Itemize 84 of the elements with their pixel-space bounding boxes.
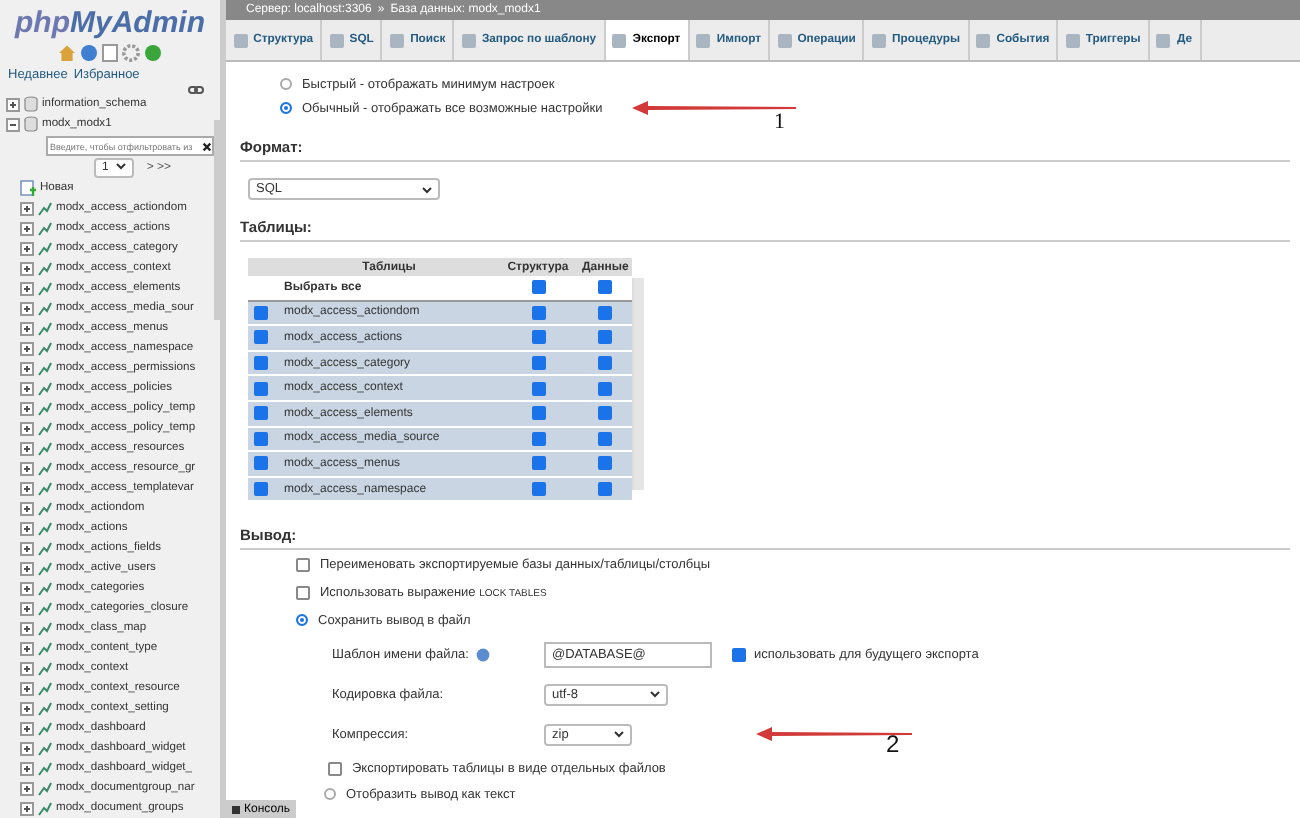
expand-toggle[interactable]: [20, 341, 34, 355]
expand-toggle[interactable]: [20, 661, 34, 675]
checkbox[interactable]: [531, 431, 545, 446]
expand-toggle[interactable]: [20, 261, 34, 275]
expand-toggle[interactable]: [20, 221, 34, 235]
expand-toggle[interactable]: [20, 521, 34, 535]
expand-toggle[interactable]: [20, 781, 34, 795]
checkbox[interactable]: [597, 406, 611, 421]
expand-toggle[interactable]: [20, 281, 34, 295]
expand-toggle[interactable]: [20, 541, 34, 555]
new-table-icon: [20, 180, 36, 196]
expand-toggle[interactable]: [20, 441, 34, 455]
expand-toggle[interactable]: [20, 801, 34, 815]
checkbox[interactable]: [597, 381, 611, 396]
checkbox[interactable]: [597, 330, 611, 345]
radio-button[interactable]: [280, 102, 292, 114]
expand-toggle[interactable]: [20, 321, 34, 335]
checkbox[interactable]: [328, 761, 342, 776]
expand-toggle[interactable]: [20, 741, 34, 755]
expand-toggle[interactable]: [20, 361, 34, 375]
expand-toggle[interactable]: [20, 721, 34, 735]
expand-toggle[interactable]: [20, 401, 34, 415]
caret-icon: [650, 690, 660, 699]
expand-toggle[interactable]: [20, 501, 34, 515]
checkbox[interactable]: [597, 280, 611, 295]
expand-toggle[interactable]: [20, 201, 34, 215]
checkbox[interactable]: [254, 482, 268, 496]
checkbox[interactable]: [531, 356, 545, 371]
checkbox[interactable]: [296, 557, 310, 572]
radio-button[interactable]: [296, 614, 308, 627]
document-icon[interactable]: [102, 44, 118, 62]
checkbox[interactable]: [531, 381, 545, 396]
annotation-number: 2: [886, 730, 900, 759]
checkbox[interactable]: [254, 356, 268, 371]
scrollbar[interactable]: [632, 278, 644, 490]
help-icon[interactable]: [476, 647, 491, 662]
expand-toggle[interactable]: [20, 681, 34, 695]
checkbox[interactable]: [732, 647, 746, 662]
expand-toggle[interactable]: [20, 381, 34, 395]
radio-button[interactable]: [324, 788, 336, 801]
help-icon[interactable]: [80, 44, 98, 62]
expand-toggle[interactable]: [20, 561, 34, 575]
annotation-number: 1: [774, 110, 785, 134]
expand-toggle[interactable]: [6, 117, 20, 131]
database-icon: [24, 116, 38, 132]
expand-toggle[interactable]: [20, 481, 34, 495]
database-icon: [24, 96, 38, 112]
checkbox[interactable]: [597, 482, 611, 496]
expand-toggle[interactable]: [20, 601, 34, 615]
expand-toggle[interactable]: [20, 421, 34, 435]
checkbox[interactable]: [531, 456, 545, 471]
checkbox[interactable]: [531, 305, 545, 320]
checkbox[interactable]: [254, 330, 268, 345]
settings-icon[interactable]: [122, 44, 140, 62]
checkbox[interactable]: [597, 305, 611, 320]
checkbox[interactable]: [597, 431, 611, 446]
checkbox[interactable]: [531, 280, 545, 295]
expand-toggle[interactable]: [20, 761, 34, 775]
checkbox[interactable]: [296, 585, 310, 600]
checkbox[interactable]: [531, 482, 545, 496]
checkbox[interactable]: [531, 406, 545, 421]
caret-icon: [614, 730, 624, 739]
checkbox[interactable]: [531, 330, 545, 345]
checkbox[interactable]: [597, 456, 611, 471]
expand-toggle[interactable]: [20, 241, 34, 255]
expand-toggle[interactable]: [6, 97, 20, 111]
checkbox[interactable]: [254, 456, 268, 471]
expand-toggle[interactable]: [20, 301, 34, 315]
checkbox[interactable]: [597, 356, 611, 371]
checkbox[interactable]: [254, 381, 268, 396]
expand-toggle[interactable]: [20, 641, 34, 655]
caret-icon: [422, 185, 432, 193]
expand-toggle[interactable]: [20, 581, 34, 595]
link-icon[interactable]: [188, 86, 204, 94]
checkbox[interactable]: [254, 305, 268, 320]
clear-icon[interactable]: [202, 141, 212, 151]
expand-toggle[interactable]: [20, 461, 34, 475]
caret-icon: [116, 162, 127, 170]
checkbox[interactable]: [254, 431, 268, 446]
expand-toggle[interactable]: [20, 701, 34, 715]
radio-button[interactable]: [280, 78, 292, 90]
logo[interactable]: phpMyAdmin: [15, 8, 205, 40]
expand-toggle[interactable]: [20, 621, 34, 635]
checkbox[interactable]: [254, 406, 268, 421]
